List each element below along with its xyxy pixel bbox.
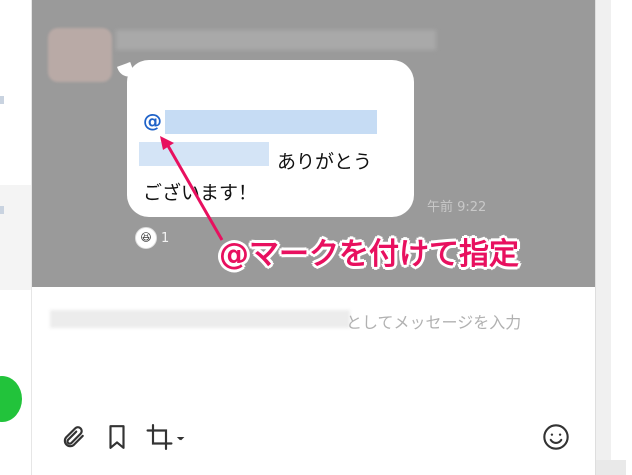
sidebar-fragment (0, 96, 4, 104)
sidebar-selected-item[interactable] (0, 185, 31, 290)
crop-icon[interactable] (144, 423, 188, 451)
sidebar-fragment (0, 206, 4, 214)
reaction-badge[interactable]: 😆 1 (135, 227, 169, 249)
left-sidebar (0, 0, 32, 475)
message-bubble[interactable]: @ ありがとう ございます！ (117, 60, 414, 217)
bubble-tail (117, 62, 135, 80)
sender-name-blurred (116, 30, 436, 50)
message-input-placeholder[interactable]: としてメッセージを入力 (346, 309, 521, 333)
message-timestamp: 午前 9:22 (427, 200, 487, 215)
scrollbar[interactable] (595, 0, 632, 475)
message-text-line: ございます！ (143, 182, 258, 204)
mention-name-blurred-2[interactable] (139, 142, 269, 166)
mention-at-symbol[interactable]: @ (143, 110, 162, 132)
message-text-line: ありがとう (277, 151, 373, 173)
smiley-icon[interactable] (540, 421, 572, 453)
green-action-button[interactable] (0, 376, 22, 422)
resize-corner[interactable] (596, 460, 626, 475)
mention-name-blurred[interactable] (165, 110, 377, 134)
scrollbar-track[interactable] (596, 0, 611, 475)
paperclip-icon[interactable] (56, 423, 90, 451)
reaction-count: 1 (161, 230, 170, 246)
avatar[interactable] (48, 28, 112, 82)
message-input-area[interactable]: としてメッセージを入力 (32, 287, 595, 475)
placeholder-name-blurred (50, 310, 350, 328)
annotation-label: @マークを付けて指定 (219, 237, 519, 272)
laughing-face-icon: 😆 (135, 227, 157, 249)
bookmark-icon[interactable] (100, 423, 134, 451)
composer-toolbar (56, 423, 198, 451)
